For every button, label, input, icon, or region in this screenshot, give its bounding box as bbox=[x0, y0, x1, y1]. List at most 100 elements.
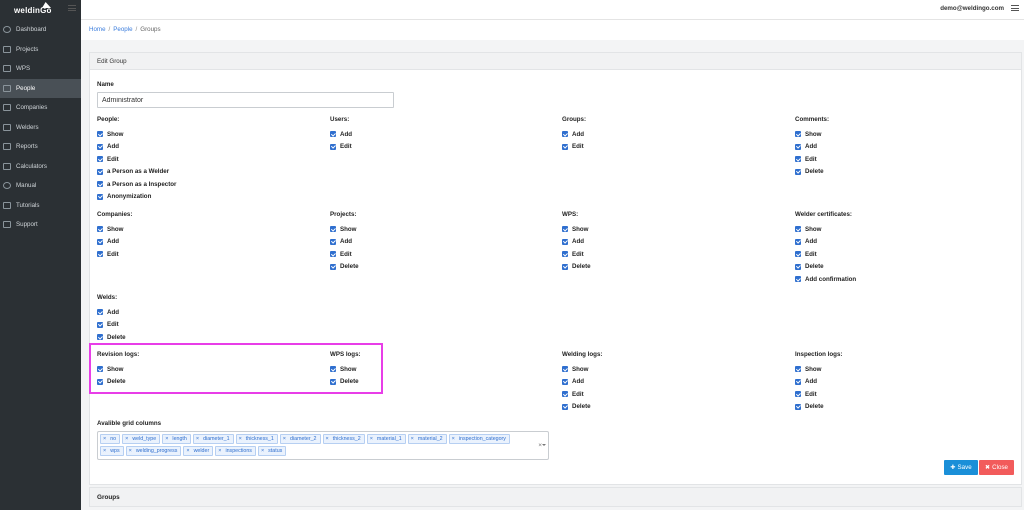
checkbox-checked-icon[interactable] bbox=[562, 251, 568, 258]
remove-tag-icon[interactable]: × bbox=[196, 436, 199, 442]
permission-option[interactable]: Add bbox=[330, 128, 352, 141]
permission-option[interactable]: Add bbox=[795, 141, 829, 154]
sidebar-item-tutorials[interactable]: Tutorials bbox=[0, 196, 81, 216]
permission-option[interactable]: Edit bbox=[97, 248, 132, 261]
checkbox-checked-icon[interactable] bbox=[795, 263, 801, 270]
permission-option[interactable]: Add bbox=[795, 236, 856, 249]
close-button[interactable]: ✖ Close bbox=[979, 460, 1014, 475]
name-input[interactable] bbox=[97, 92, 394, 108]
permission-option[interactable]: Edit bbox=[562, 141, 586, 154]
sidebar-item-companies[interactable]: Companies bbox=[0, 98, 81, 118]
checkbox-checked-icon[interactable] bbox=[562, 403, 568, 410]
checkbox-checked-icon[interactable] bbox=[795, 276, 801, 283]
permission-option[interactable]: Add bbox=[97, 306, 126, 319]
checkbox-checked-icon[interactable] bbox=[795, 143, 801, 150]
permission-option[interactable]: Anonymization bbox=[97, 191, 176, 204]
permission-option[interactable]: Add bbox=[562, 376, 602, 389]
permission-option[interactable]: Show bbox=[795, 363, 842, 376]
checkbox-checked-icon[interactable] bbox=[97, 321, 103, 328]
sidebar-item-reports[interactable]: Reports bbox=[0, 137, 81, 157]
checkbox-checked-icon[interactable] bbox=[562, 143, 568, 150]
remove-tag-icon[interactable]: × bbox=[165, 436, 168, 442]
permission-option[interactable]: Edit bbox=[795, 153, 829, 166]
sidebar-item-wps[interactable]: WPS bbox=[0, 59, 81, 79]
permission-option[interactable]: Edit bbox=[330, 141, 352, 154]
checkbox-checked-icon[interactable] bbox=[97, 168, 103, 175]
permission-option[interactable]: Show bbox=[330, 223, 359, 236]
permission-option[interactable]: Add confirmation bbox=[795, 273, 856, 286]
remove-tag-icon[interactable]: × bbox=[452, 436, 455, 442]
checkbox-checked-icon[interactable] bbox=[795, 378, 801, 385]
permission-option[interactable]: Edit bbox=[330, 248, 359, 261]
checkbox-checked-icon[interactable] bbox=[97, 238, 103, 245]
permission-option[interactable]: Edit bbox=[97, 319, 126, 332]
remove-tag-icon[interactable]: × bbox=[283, 436, 286, 442]
permission-option[interactable]: Edit bbox=[795, 388, 842, 401]
dropdown-arrow-icon[interactable] bbox=[542, 444, 546, 446]
menu-toggle-icon[interactable] bbox=[68, 5, 76, 11]
permission-option[interactable]: Add bbox=[795, 376, 842, 389]
checkbox-checked-icon[interactable] bbox=[97, 251, 103, 258]
checkbox-checked-icon[interactable] bbox=[562, 131, 568, 138]
permission-option[interactable]: Show bbox=[795, 128, 829, 141]
checkbox-checked-icon[interactable] bbox=[330, 238, 336, 245]
breadcrumb-people[interactable]: People bbox=[113, 26, 132, 33]
sidebar-item-dashboard[interactable]: Dashboard bbox=[0, 20, 81, 40]
breadcrumb-home[interactable]: Home bbox=[89, 26, 106, 33]
checkbox-checked-icon[interactable] bbox=[562, 226, 568, 233]
checkbox-checked-icon[interactable] bbox=[97, 226, 103, 233]
permission-option[interactable]: Edit bbox=[97, 153, 176, 166]
permission-option[interactable]: a Person as a Welder bbox=[97, 166, 176, 179]
sidebar-item-manual[interactable]: Manual bbox=[0, 176, 81, 196]
user-email[interactable]: demo@weldingo.com bbox=[940, 5, 1004, 12]
checkbox-checked-icon[interactable] bbox=[97, 156, 103, 163]
remove-tag-icon[interactable]: × bbox=[411, 436, 414, 442]
checkbox-checked-icon[interactable] bbox=[330, 263, 336, 270]
checkbox-checked-icon[interactable] bbox=[795, 251, 801, 258]
checkbox-checked-icon[interactable] bbox=[97, 334, 103, 341]
remove-tag-icon[interactable]: × bbox=[129, 448, 132, 454]
permission-option[interactable]: Show bbox=[97, 128, 176, 141]
remove-tag-icon[interactable]: × bbox=[103, 436, 106, 442]
checkbox-checked-icon[interactable] bbox=[330, 226, 336, 233]
checkbox-checked-icon[interactable] bbox=[795, 366, 801, 373]
permission-option[interactable]: Add bbox=[97, 141, 176, 154]
user-menu-icon[interactable] bbox=[1011, 5, 1019, 11]
remove-tag-icon[interactable]: × bbox=[326, 436, 329, 442]
checkbox-checked-icon[interactable] bbox=[562, 366, 568, 373]
sidebar-item-calculators[interactable]: Calculators bbox=[0, 157, 81, 177]
checkbox-checked-icon[interactable] bbox=[795, 226, 801, 233]
checkbox-checked-icon[interactable] bbox=[795, 238, 801, 245]
permission-option[interactable]: Delete bbox=[795, 261, 856, 274]
permission-option[interactable]: Show bbox=[562, 363, 602, 376]
checkbox-checked-icon[interactable] bbox=[795, 156, 801, 163]
checkbox-checked-icon[interactable] bbox=[795, 168, 801, 175]
permission-option[interactable]: Show bbox=[795, 223, 856, 236]
checkbox-checked-icon[interactable] bbox=[562, 391, 568, 398]
permission-option[interactable]: Show bbox=[97, 223, 132, 236]
sidebar-item-people[interactable]: People bbox=[0, 78, 81, 98]
remove-tag-icon[interactable]: × bbox=[103, 448, 106, 454]
sidebar-item-support[interactable]: Support bbox=[0, 215, 81, 235]
checkbox-checked-icon[interactable] bbox=[330, 131, 336, 138]
checkbox-checked-icon[interactable] bbox=[97, 193, 103, 200]
permission-option[interactable]: Delete bbox=[795, 166, 829, 179]
checkbox-checked-icon[interactable] bbox=[330, 143, 336, 150]
remove-tag-icon[interactable]: × bbox=[125, 436, 128, 442]
permission-option[interactable]: Delete bbox=[97, 331, 126, 344]
permission-option[interactable]: Add bbox=[330, 236, 359, 249]
remove-tag-icon[interactable]: × bbox=[370, 436, 373, 442]
checkbox-checked-icon[interactable] bbox=[795, 131, 801, 138]
checkbox-checked-icon[interactable] bbox=[330, 251, 336, 258]
permission-option[interactable]: a Person as a Inspector bbox=[97, 178, 176, 191]
checkbox-checked-icon[interactable] bbox=[795, 403, 801, 410]
checkbox-checked-icon[interactable] bbox=[97, 181, 103, 188]
sidebar-item-welders[interactable]: Welders bbox=[0, 118, 81, 138]
permission-option[interactable]: Add bbox=[97, 236, 132, 249]
permission-option[interactable]: Show bbox=[562, 223, 591, 236]
checkbox-checked-icon[interactable] bbox=[97, 131, 103, 138]
checkbox-checked-icon[interactable] bbox=[795, 391, 801, 398]
checkbox-checked-icon[interactable] bbox=[97, 309, 103, 316]
checkbox-checked-icon[interactable] bbox=[562, 238, 568, 245]
save-button[interactable]: ✚ Save bbox=[944, 460, 978, 475]
